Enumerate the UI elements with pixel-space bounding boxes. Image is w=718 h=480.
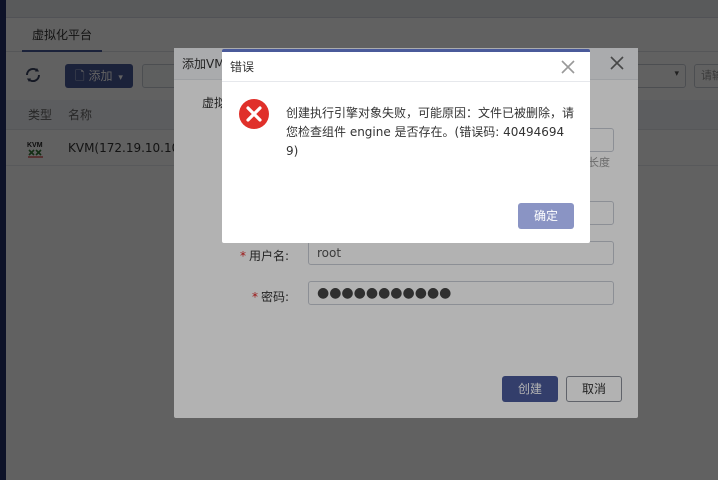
- error-dialog-header: 错误: [222, 52, 590, 82]
- error-message: 创建执行引擎对象失败，可能原因：文件已被删除，请您检查组件 engine 是否存…: [286, 106, 575, 158]
- error-dialog: 错误 创建执行引擎对象失败，可能原因：文件已被删除，请您检查组件 engine …: [222, 49, 590, 243]
- error-dialog-title: 错误: [230, 60, 255, 74]
- error-circle-icon: [238, 98, 270, 130]
- close-icon[interactable]: [558, 57, 578, 77]
- ok-button[interactable]: 确定: [518, 203, 574, 229]
